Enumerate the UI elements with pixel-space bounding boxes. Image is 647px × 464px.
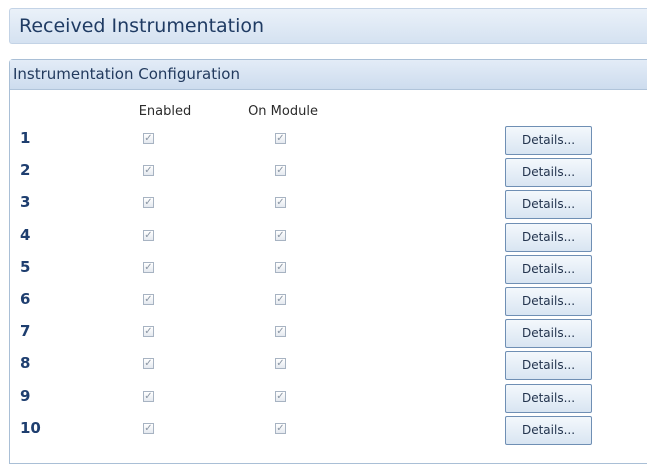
on-module-checkbox-3[interactable]: ✓ [275,197,286,208]
row-number-10: 10 [20,419,41,437]
column-header-on-module: On Module [248,104,318,119]
panel-title: Instrumentation Configuration [13,65,240,83]
panel-header: Instrumentation Configuration [10,60,647,90]
enabled-checkbox-2[interactable]: ✓ [143,165,154,176]
page-title: Received Instrumentation [19,15,265,37]
on-module-checkbox-7[interactable]: ✓ [275,326,286,337]
details-button-3[interactable]: Details... [505,190,592,219]
on-module-checkbox-2[interactable]: ✓ [275,165,286,176]
received-instrumentation-header: Received Instrumentation [9,8,647,44]
enabled-checkbox-8[interactable]: ✓ [143,358,154,369]
enabled-checkbox-7[interactable]: ✓ [143,326,154,337]
details-button-5[interactable]: Details... [505,255,592,284]
on-module-checkbox-5[interactable]: ✓ [275,262,286,273]
details-button-10[interactable]: Details... [505,416,592,445]
on-module-checkbox-1[interactable]: ✓ [275,133,286,144]
details-button-2[interactable]: Details... [505,158,592,187]
enabled-checkbox-10[interactable]: ✓ [143,423,154,434]
column-header-enabled: Enabled [138,104,192,119]
details-button-9[interactable]: Details... [505,384,592,413]
row-number-2: 2 [20,161,31,179]
row-number-1: 1 [20,129,31,147]
on-module-checkbox-4[interactable]: ✓ [275,230,286,241]
row-number-6: 6 [20,290,31,308]
details-button-8[interactable]: Details... [505,351,592,380]
details-button-7[interactable]: Details... [505,319,592,348]
row-number-4: 4 [20,226,31,244]
enabled-checkbox-6[interactable]: ✓ [143,294,154,305]
details-button-6[interactable]: Details... [505,287,592,316]
enabled-checkbox-9[interactable]: ✓ [143,391,154,402]
enabled-checkbox-3[interactable]: ✓ [143,197,154,208]
row-number-5: 5 [20,258,31,276]
enabled-checkbox-4[interactable]: ✓ [143,230,154,241]
details-button-4[interactable]: Details... [505,223,592,252]
on-module-checkbox-10[interactable]: ✓ [275,423,286,434]
enabled-checkbox-5[interactable]: ✓ [143,262,154,273]
row-number-8: 8 [20,354,31,372]
row-number-3: 3 [20,193,31,211]
on-module-checkbox-6[interactable]: ✓ [275,294,286,305]
enabled-checkbox-1[interactable]: ✓ [143,133,154,144]
on-module-checkbox-8[interactable]: ✓ [275,358,286,369]
row-number-9: 9 [20,387,31,405]
on-module-checkbox-9[interactable]: ✓ [275,391,286,402]
details-button-1[interactable]: Details... [505,126,592,155]
row-number-7: 7 [20,322,31,340]
